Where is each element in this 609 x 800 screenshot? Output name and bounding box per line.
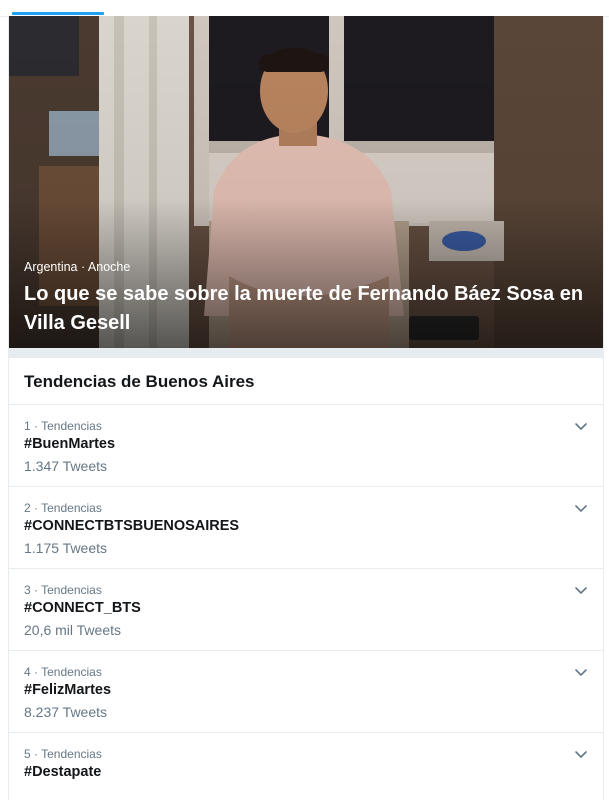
chevron-down-icon[interactable] xyxy=(574,665,588,679)
trend-item[interactable]: 2 · Tendencias #CONNECTBTSBUENOSAIRES 1.… xyxy=(9,487,603,569)
trend-tweet-count: 1.175 Tweets xyxy=(24,540,108,556)
top-tab-bar xyxy=(0,0,609,17)
trend-item[interactable]: 3 · Tendencias #CONNECT_BTS 20,6 mil Twe… xyxy=(9,569,603,651)
trends-header: Tendencias de Buenos Aires xyxy=(9,358,603,405)
trend-rank: 5 · Tendencias xyxy=(24,747,102,761)
hero-headline[interactable]: Lo que se sabe sobre la muerte de Fernan… xyxy=(24,280,594,338)
trend-hashtag[interactable]: #Destapate xyxy=(24,764,101,780)
trend-hashtag[interactable]: #CONNECT_BTS xyxy=(24,600,141,616)
trend-tweet-count: 8.237 Tweets xyxy=(24,704,108,720)
trend-item[interactable]: 1 · Tendencias #BuenMartes 1.347 Tweets xyxy=(9,405,603,487)
trend-rank: 2 · Tendencias xyxy=(24,501,102,515)
chevron-down-icon[interactable] xyxy=(574,747,588,761)
trend-rank: 3 · Tendencias xyxy=(24,583,102,597)
trend-tweet-count: 20,6 mil Tweets xyxy=(24,622,122,638)
trend-tweet-count: 1.347 Tweets xyxy=(24,458,108,474)
chevron-down-icon[interactable] xyxy=(574,419,588,433)
explore-panel: Argentina · Anoche Lo que se sabe sobre … xyxy=(8,16,604,800)
trend-rank: 1 · Tendencias xyxy=(24,419,102,433)
chevron-down-icon[interactable] xyxy=(574,501,588,515)
trend-hashtag[interactable]: #FelizMartes xyxy=(24,682,111,698)
trend-rank: 4 · Tendencias xyxy=(24,665,102,679)
trend-item[interactable]: 4 · Tendencias #FelizMartes 8.237 Tweets xyxy=(9,651,603,733)
trend-hashtag[interactable]: #CONNECTBTSBUENOSAIRES xyxy=(24,518,239,534)
hero-news-card[interactable]: Argentina · Anoche Lo que se sabe sobre … xyxy=(9,16,603,348)
trend-hashtag[interactable]: #BuenMartes xyxy=(24,436,115,452)
trend-item[interactable]: 5 · Tendencias #Destapate xyxy=(9,733,603,800)
section-divider xyxy=(9,348,603,358)
active-tab-indicator xyxy=(12,12,104,15)
hero-meta: Argentina · Anoche xyxy=(24,260,131,274)
trends-title: Tendencias de Buenos Aires xyxy=(24,372,255,391)
chevron-down-icon[interactable] xyxy=(574,583,588,597)
